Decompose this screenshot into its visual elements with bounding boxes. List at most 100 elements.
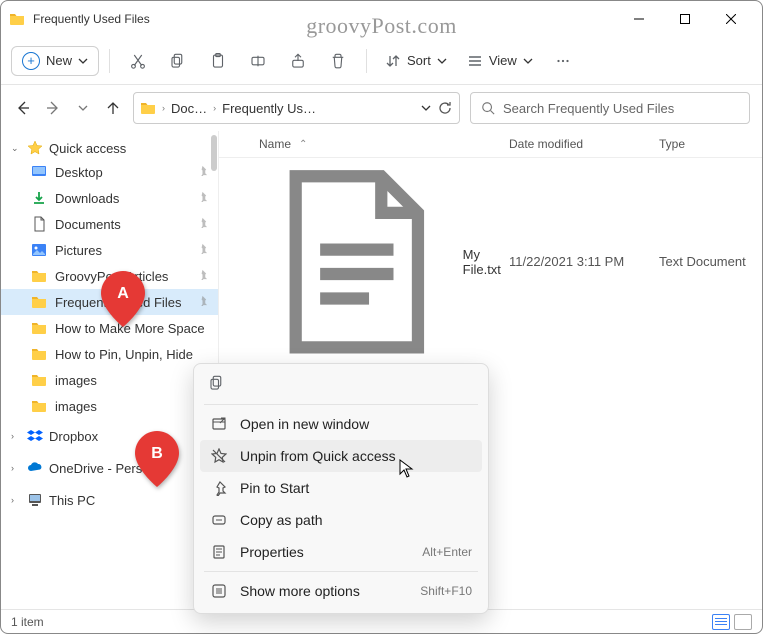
- dropbox-icon: [27, 428, 43, 444]
- sidebar-this-pc[interactable]: ›This PC: [1, 489, 218, 511]
- ctx-copy-path[interactable]: Copy as path: [200, 504, 482, 536]
- sidebar-dropbox[interactable]: ›Dropbox: [1, 425, 218, 447]
- separator: [109, 49, 110, 73]
- downloads-icon: [31, 190, 47, 206]
- pc-icon: [27, 492, 43, 508]
- marker-a: A: [101, 271, 145, 332]
- pin-icon: [197, 269, 208, 283]
- pin-icon: [197, 191, 208, 205]
- marker-b: B: [135, 431, 179, 492]
- quick-access-label: Quick access: [49, 141, 126, 156]
- window-icon: [210, 416, 228, 432]
- desktop-icon: [31, 164, 47, 180]
- window-title: Frequently Used Files: [33, 12, 616, 26]
- new-button[interactable]: + New: [11, 46, 99, 76]
- delete-button[interactable]: [320, 43, 356, 79]
- sidebar-onedrive[interactable]: ›OneDrive - Personal: [1, 457, 218, 479]
- pictures-icon: [31, 242, 47, 258]
- refresh-button[interactable]: [437, 100, 453, 116]
- sidebar-item-images[interactable]: images: [1, 367, 218, 393]
- ctx-open-new-window[interactable]: Open in new window: [200, 408, 482, 440]
- folder-icon: [31, 294, 47, 310]
- view-button[interactable]: View: [459, 48, 541, 74]
- recent-button[interactable]: [73, 98, 93, 118]
- chevron-down-icon[interactable]: [421, 105, 431, 111]
- chevron-icon: ›: [213, 103, 216, 113]
- ctx-unpin-quick-access[interactable]: Unpin from Quick access: [200, 440, 482, 472]
- paste-button[interactable]: [200, 43, 236, 79]
- col-name[interactable]: Name: [259, 137, 291, 151]
- expand-icon: ›: [11, 495, 21, 505]
- ctx-properties[interactable]: PropertiesAlt+Enter: [200, 536, 482, 568]
- sidebar-item-documents[interactable]: Documents: [1, 211, 218, 237]
- back-button[interactable]: [13, 98, 33, 118]
- chevron-down-icon: [437, 58, 447, 64]
- sort-icon: [385, 53, 401, 69]
- onedrive-icon: [27, 460, 43, 476]
- rename-button[interactable]: [240, 43, 276, 79]
- context-menu: Open in new window Unpin from Quick acce…: [193, 363, 489, 614]
- titlebar: Frequently Used Files: [1, 1, 762, 37]
- chevron-icon: ›: [162, 103, 165, 113]
- copy-button[interactable]: [160, 43, 196, 79]
- address-bar[interactable]: › Doc… › Frequently Us…: [133, 92, 460, 124]
- sidebar-item-pictures[interactable]: Pictures: [1, 237, 218, 263]
- col-date[interactable]: Date modified: [509, 137, 659, 151]
- plus-icon: +: [22, 52, 40, 70]
- expand-icon: ›: [11, 431, 21, 441]
- shortcut: Alt+Enter: [422, 545, 472, 559]
- share-button[interactable]: [280, 43, 316, 79]
- sidebar-quick-access[interactable]: ⌄ Quick access: [1, 137, 218, 159]
- new-label: New: [46, 53, 72, 68]
- sort-label: Sort: [407, 53, 431, 68]
- breadcrumb-seg[interactable]: Frequently Us…: [222, 101, 316, 116]
- sidebar-item-pin-unpin[interactable]: How to Pin, Unpin, Hide: [1, 341, 218, 367]
- separator: [204, 571, 478, 572]
- file-date: 11/22/2021 3:11 PM: [509, 254, 659, 269]
- nav-row: › Doc… › Frequently Us… Search Frequentl…: [1, 85, 762, 131]
- sidebar-item-images-2[interactable]: images: [1, 393, 218, 419]
- details-view-button[interactable]: [712, 614, 730, 630]
- sort-button[interactable]: Sort: [377, 48, 455, 74]
- sidebar-item-desktop[interactable]: Desktop: [1, 159, 218, 185]
- column-headers[interactable]: Name⌃ Date modified Type: [219, 131, 762, 158]
- sidebar-item-downloads[interactable]: Downloads: [1, 185, 218, 211]
- ctx-show-more[interactable]: Show more optionsShift+F10: [200, 575, 482, 607]
- text-file-icon: [259, 164, 455, 360]
- search-placeholder: Search Frequently Used Files: [503, 101, 674, 116]
- more-button[interactable]: [545, 43, 581, 79]
- pin-icon: [197, 217, 208, 231]
- folder-icon: [31, 268, 47, 284]
- copy-icon[interactable]: [208, 374, 226, 392]
- toolbar: groovyPost.com + New Sort View: [1, 37, 762, 85]
- thumbnails-view-button[interactable]: [734, 614, 752, 630]
- shortcut: Shift+F10: [420, 584, 472, 598]
- item-count: 1 item: [11, 615, 44, 629]
- unpin-icon: [210, 448, 228, 464]
- col-type[interactable]: Type: [659, 137, 762, 151]
- search-input[interactable]: Search Frequently Used Files: [470, 92, 750, 124]
- folder-icon: [31, 346, 47, 362]
- view-icon: [467, 53, 483, 69]
- maximize-button[interactable]: [662, 3, 708, 35]
- sidebar: ⌄ Quick access Desktop Downloads Documen…: [1, 131, 219, 609]
- cut-button[interactable]: [120, 43, 156, 79]
- separator: [204, 404, 478, 405]
- pin-icon: [197, 165, 208, 179]
- up-button[interactable]: [103, 98, 123, 118]
- documents-icon: [31, 216, 47, 232]
- forward-button[interactable]: [43, 98, 63, 118]
- minimize-button[interactable]: [616, 3, 662, 35]
- chevron-down-icon: [78, 58, 88, 64]
- pin-icon: [197, 295, 208, 309]
- close-button[interactable]: [708, 3, 754, 35]
- expand-icon: ⌄: [11, 143, 21, 154]
- folder-icon: [31, 372, 47, 388]
- breadcrumb-seg[interactable]: Doc…: [171, 101, 207, 116]
- properties-icon: [210, 544, 228, 560]
- ctx-pin-start[interactable]: Pin to Start: [200, 472, 482, 504]
- file-name: My File.txt: [463, 247, 509, 277]
- file-row[interactable]: My File.txt 11/22/2021 3:11 PM Text Docu…: [219, 158, 762, 366]
- folder-icon: [9, 11, 25, 27]
- folder-icon: [31, 398, 47, 414]
